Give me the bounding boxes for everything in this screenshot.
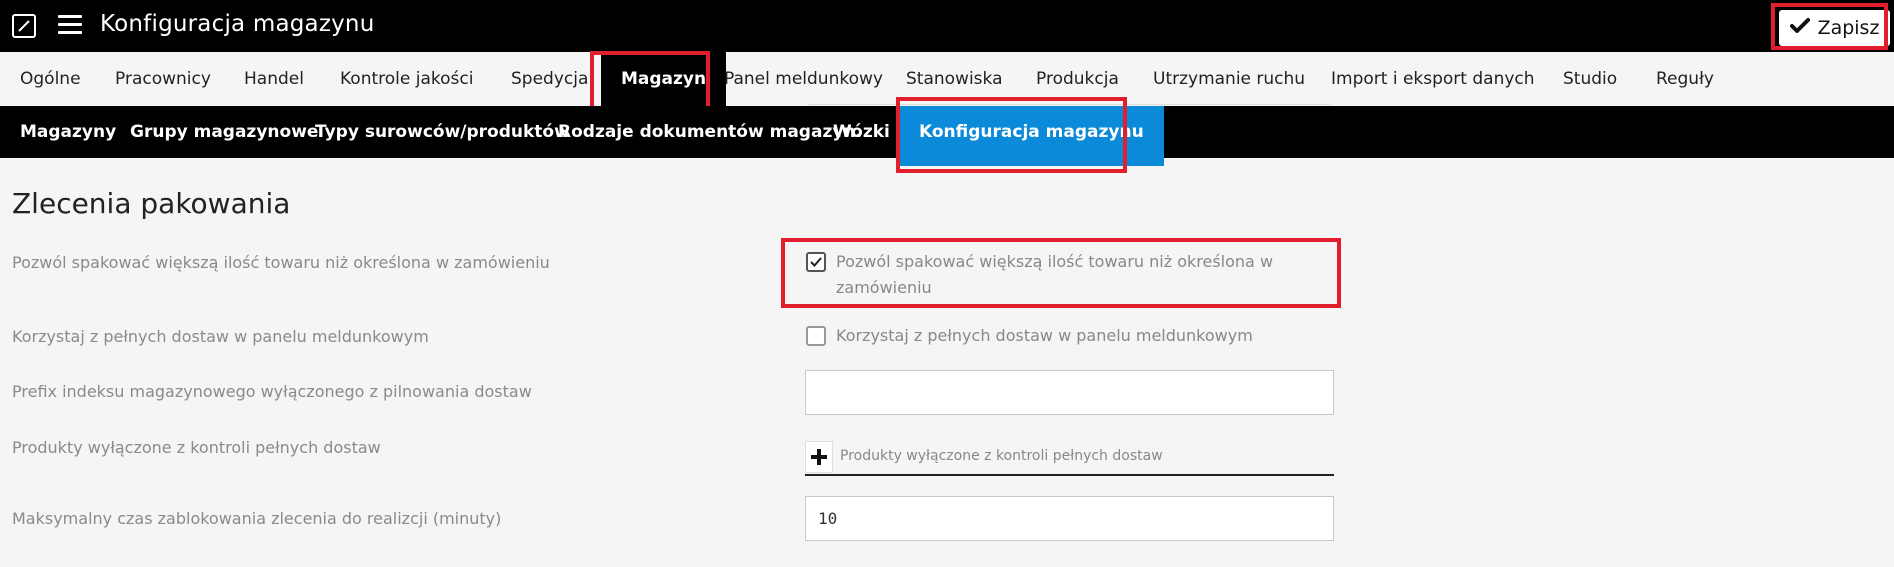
add-product-button[interactable]: [805, 441, 833, 473]
tab-handel[interactable]: Handel: [224, 52, 324, 106]
field-label-full-deliveries: Korzystaj z pełnych dostaw w panelu meld…: [12, 327, 429, 346]
save-button-highlight: [1771, 3, 1888, 50]
field-label-prefix: Prefix indeksu magazynowego wyłączonego …: [12, 382, 532, 401]
excluded-products-placeholder[interactable]: Produkty wyłączone z kontroli pełnych do…: [840, 448, 1163, 464]
checkbox-label-full-deliveries: Korzystaj z pełnych dostaw w panelu meld…: [836, 326, 1253, 345]
checkbox-full-deliveries[interactable]: [806, 326, 826, 346]
field-label-excluded-products: Produkty wyłączone z kontroli pełnych do…: [12, 438, 381, 457]
plus-icon: [811, 449, 827, 465]
subtab-konfiguracja-highlight: [896, 97, 1127, 173]
tab-import-eksport[interactable]: Import i eksport danych: [1311, 52, 1555, 106]
app-header: Konfiguracja magazynu Zapisz: [0, 0, 1894, 52]
field-label-allow-overpack: Pozwól spakować większą ilość towaru niż…: [12, 253, 550, 272]
tab-utrzymanie-ruchu[interactable]: Utrzymanie ruchu: [1133, 52, 1325, 106]
tab-reguly[interactable]: Reguły: [1636, 52, 1734, 106]
field-label-max-lock-time: Maksymalny czas zablokowania zlecenia do…: [12, 509, 502, 528]
max-lock-time-input[interactable]: [805, 496, 1334, 541]
page-title: Konfiguracja magazynu: [100, 11, 375, 37]
hamburger-menu-icon[interactable]: [58, 15, 82, 35]
tab-studio[interactable]: Studio: [1543, 52, 1637, 106]
section-title: Zlecenia pakowania: [12, 187, 291, 220]
checkbox-highlight: [781, 238, 1341, 308]
tab-ogolne[interactable]: Ogólne: [0, 52, 101, 106]
tab-panel-meldunkowy[interactable]: Panel meldunkowy: [704, 52, 903, 106]
prefix-input[interactable]: [805, 370, 1334, 415]
brand-logo-icon[interactable]: [12, 14, 36, 38]
tab-kontrole-jakosci[interactable]: Kontrole jakości: [320, 52, 493, 106]
excluded-products-underline: [805, 474, 1334, 476]
tab-pracownicy[interactable]: Pracownicy: [95, 52, 231, 106]
